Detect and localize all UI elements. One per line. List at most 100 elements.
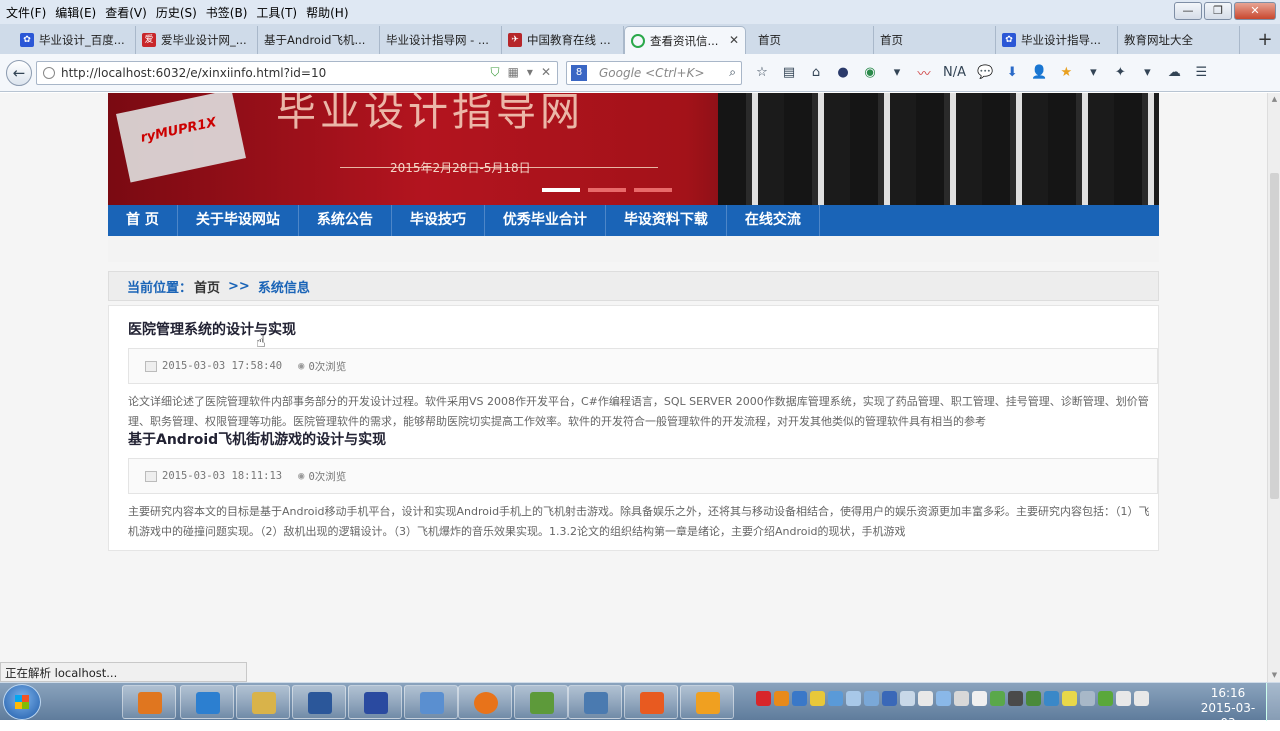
user-icon[interactable]: 👤 xyxy=(1031,65,1047,80)
slider-dot[interactable] xyxy=(542,188,580,192)
tab-item[interactable]: 爱爱毕业设计网_... xyxy=(136,26,258,54)
nav-item-forum[interactable]: 在线交流 xyxy=(727,205,820,236)
tab-item[interactable]: 首页 xyxy=(752,26,874,54)
reading-list-icon[interactable]: ▤ xyxy=(781,65,797,80)
new-tab-button[interactable]: + xyxy=(1250,26,1280,54)
download-icon[interactable]: ⬇ xyxy=(1004,65,1020,80)
menu-file[interactable]: 文件(F) xyxy=(4,4,53,21)
dropdown-icon[interactable]: ▾ xyxy=(527,65,533,80)
chevron-down-icon[interactable]: ▾ xyxy=(889,65,905,80)
tray-icon[interactable] xyxy=(972,691,987,706)
network-icon[interactable] xyxy=(1116,691,1131,706)
tray-icon[interactable] xyxy=(1008,691,1023,706)
taskbar-app[interactable] xyxy=(514,685,568,719)
volume-icon[interactable] xyxy=(1134,691,1149,706)
speech-icon[interactable]: ☁ xyxy=(1166,65,1182,80)
breadcrumb-home[interactable]: 首页 xyxy=(194,277,220,296)
taskbar-app[interactable] xyxy=(404,685,458,719)
tray-icon[interactable] xyxy=(846,691,861,706)
show-desktop-button[interactable] xyxy=(1266,683,1280,721)
tab-item[interactable]: 毕业设计指导网 - ... xyxy=(380,26,502,54)
tray-icon[interactable] xyxy=(882,691,897,706)
taskbar-app[interactable] xyxy=(236,685,290,719)
scroll-up-icon[interactable]: ▲ xyxy=(1270,95,1279,104)
article-title[interactable]: 基于Android飞机街机游戏的设计与实现 xyxy=(128,429,386,449)
shield-icon[interactable]: ⛉ xyxy=(491,65,500,80)
tray-icon[interactable] xyxy=(756,691,771,706)
favorite-icon[interactable]: ★ xyxy=(1058,65,1074,80)
nav-item-downloads[interactable]: 毕设资料下载 xyxy=(606,205,727,236)
tray-icon[interactable] xyxy=(1080,691,1095,706)
chevron-down-icon[interactable]: ▾ xyxy=(1085,65,1101,80)
taskbar-app[interactable] xyxy=(624,685,678,719)
taskbar-app[interactable] xyxy=(568,685,622,719)
nav-item-announcements[interactable]: 系统公告 xyxy=(299,205,392,236)
tray-icon[interactable] xyxy=(1044,691,1059,706)
tray-icon[interactable] xyxy=(792,691,807,706)
tab-item[interactable]: ✿ 毕业设计指导... xyxy=(996,26,1118,54)
tab-active[interactable]: 查看资讯信... ✕ xyxy=(624,26,746,54)
taskbar-app[interactable] xyxy=(680,685,734,719)
graph-icon[interactable]: 〰 xyxy=(916,63,932,82)
tray-icon[interactable] xyxy=(990,691,1005,706)
stop-icon[interactable]: ✕ xyxy=(541,65,551,80)
tray-icon[interactable] xyxy=(810,691,825,706)
search-icon[interactable]: ⌕ xyxy=(729,65,736,80)
menu-edit[interactable]: 编辑(E) xyxy=(53,4,103,21)
scroll-down-icon[interactable]: ▼ xyxy=(1270,671,1279,680)
back-button[interactable]: ← xyxy=(6,59,32,86)
start-button[interactable] xyxy=(3,684,41,720)
nav-item-about[interactable]: 关于毕设网站 xyxy=(178,205,299,236)
scrollbar-thumb[interactable] xyxy=(1270,173,1279,499)
maximize-button[interactable]: ❐ xyxy=(1204,2,1232,20)
tab-item[interactable]: 基于Android飞机... xyxy=(258,26,380,54)
nav-item-excellent[interactable]: 优秀毕业合计 xyxy=(485,205,606,236)
addon-icon[interactable]: ● xyxy=(835,65,851,80)
taskbar-app[interactable] xyxy=(122,685,176,719)
menu-tools[interactable]: 工具(T) xyxy=(254,4,304,21)
tray-icon[interactable] xyxy=(918,691,933,706)
tray-icon[interactable] xyxy=(900,691,915,706)
menu-history[interactable]: 历史(S) xyxy=(154,4,204,21)
bookmark-star-icon[interactable]: ☆ xyxy=(754,65,770,80)
menu-view[interactable]: 查看(V) xyxy=(103,4,154,21)
tray-icon[interactable] xyxy=(774,691,789,706)
chevron-down-icon[interactable]: ▾ xyxy=(1139,65,1155,80)
menu-bookmarks[interactable]: 书签(B) xyxy=(204,4,255,21)
tab-item[interactable]: ✈ 中国教育在线 ... xyxy=(502,26,624,54)
taskbar-app[interactable] xyxy=(458,685,512,719)
breadcrumb-current[interactable]: 系统信息 xyxy=(258,277,310,296)
minimize-button[interactable]: — xyxy=(1174,2,1202,20)
taskbar-app[interactable] xyxy=(180,685,234,719)
taskbar-app[interactable] xyxy=(348,685,402,719)
article-title[interactable]: 医院管理系统的设计与实现 xyxy=(128,319,296,339)
address-bar[interactable]: http://localhost:6032/e/xinxiinfo.html?i… xyxy=(36,60,558,85)
slider-dot[interactable] xyxy=(588,188,626,192)
puzzle-icon[interactable]: ✦ xyxy=(1112,65,1128,80)
tray-icon[interactable] xyxy=(1098,691,1113,706)
tab-item[interactable]: ✿ 毕业设计_百度... xyxy=(14,26,136,54)
search-box[interactable]: 8 Google <Ctrl+K> ⌕ xyxy=(566,60,742,85)
nav-item-tips[interactable]: 毕设技巧 xyxy=(392,205,485,236)
system-clock[interactable]: 16:16 2015-03-03 xyxy=(1196,686,1260,731)
tray-icon[interactable] xyxy=(828,691,843,706)
tray-icon[interactable] xyxy=(1062,691,1077,706)
home-icon[interactable]: ⌂ xyxy=(808,65,824,80)
hamburger-menu-icon[interactable]: ☰ xyxy=(1193,65,1209,80)
tray-icon[interactable] xyxy=(864,691,879,706)
tab-item[interactable]: 首页 xyxy=(874,26,996,54)
globe-addon-icon[interactable]: ◉ xyxy=(862,65,878,80)
menu-help[interactable]: 帮助(H) xyxy=(304,4,355,21)
page-scrollbar[interactable]: ▲ ▼ xyxy=(1267,93,1280,682)
tray-icon[interactable] xyxy=(936,691,951,706)
close-tab-icon[interactable]: ✕ xyxy=(729,33,739,47)
chat-icon[interactable]: 💬 xyxy=(977,65,993,80)
tab-item[interactable]: 教育网址大全 xyxy=(1118,26,1240,54)
taskbar-app[interactable] xyxy=(292,685,346,719)
tray-icon[interactable] xyxy=(1026,691,1041,706)
tray-icon[interactable] xyxy=(954,691,969,706)
close-window-button[interactable]: ✕ xyxy=(1234,2,1276,20)
qr-icon[interactable]: ▦ xyxy=(508,65,519,80)
slider-dot[interactable] xyxy=(634,188,672,192)
nav-item-home[interactable]: 首 页 xyxy=(108,205,178,236)
